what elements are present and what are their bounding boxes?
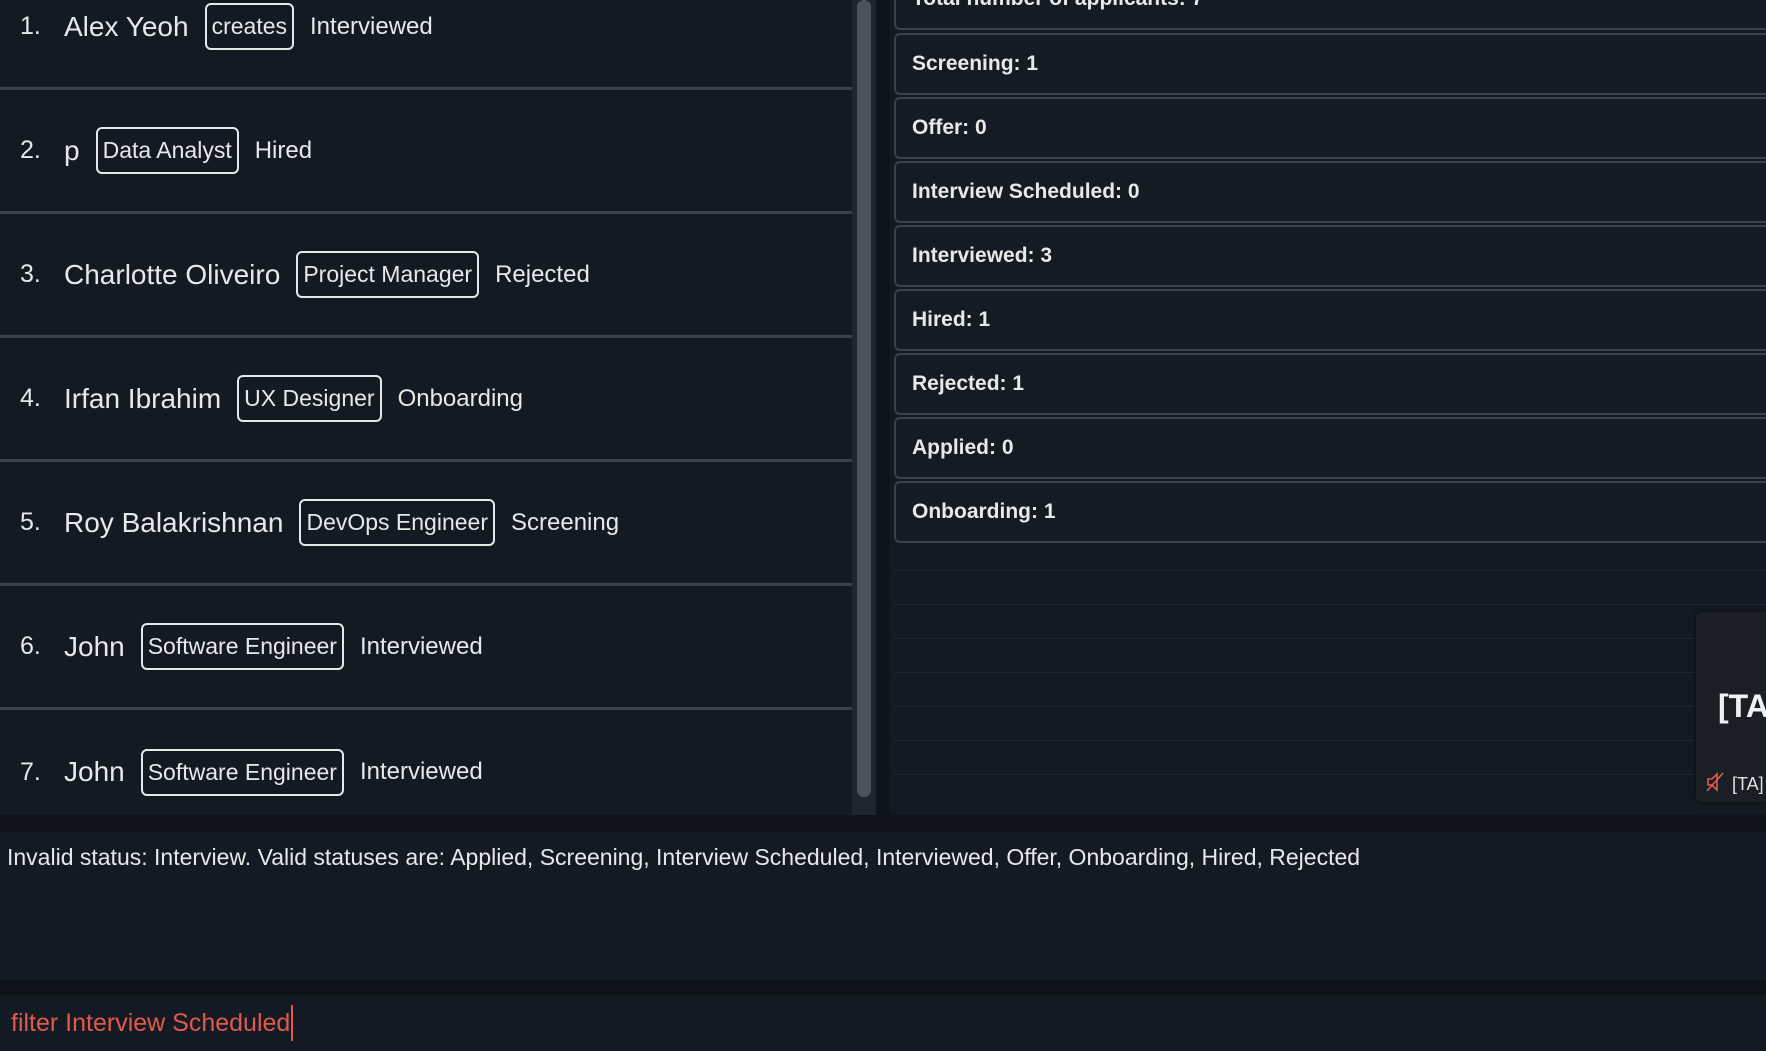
result-display: Invalid status: Interview. Valid statuse… — [0, 832, 1766, 980]
list-item[interactable]: 6. John Software Engineer Interviewed — [0, 586, 852, 710]
list-item[interactable]: 3. Charlotte Oliveiro Project Manager Re… — [0, 214, 852, 338]
empty-row-divider — [894, 774, 1766, 775]
row-index: 2. — [20, 136, 41, 164]
status-label: Hired — [254, 136, 313, 164]
applicant-name: Irfan Ibrahim — [64, 382, 222, 414]
empty-row-divider — [894, 604, 1766, 605]
row-index: 1. — [20, 12, 41, 40]
list-item[interactable]: 4. Irfan Ibrahim UX Designer Onboarding — [0, 338, 852, 462]
empty-row-divider — [894, 706, 1766, 707]
list-item[interactable]: 1. Alex Yeoh creates Interviewed — [0, 0, 852, 90]
stat-interviewed: Interviewed: 3 — [894, 225, 1766, 287]
notification-popup[interactable]: [TA [TA] — [1696, 612, 1766, 802]
command-input-text: filter Interview Scheduled — [11, 1008, 291, 1037]
stat-applied: Applied: 0 — [894, 417, 1766, 479]
role-tag: Software Engineer — [140, 623, 344, 670]
stat-hired: Hired: 1 — [894, 289, 1766, 351]
empty-row-divider — [894, 638, 1766, 639]
popup-footer-label: [TA] — [1732, 774, 1764, 794]
popup-title: [TA — [1718, 688, 1766, 724]
role-tag: DevOps Engineer — [299, 499, 495, 546]
applicant-name: p — [64, 134, 80, 166]
list-item[interactable]: 5. Roy Balakrishnan DevOps Engineer Scre… — [0, 462, 852, 586]
row-index: 5. — [20, 508, 41, 536]
applicant-name: Charlotte Oliveiro — [64, 258, 281, 290]
status-label: Onboarding — [397, 384, 523, 412]
row-index: 3. — [20, 260, 41, 288]
popup-footer: [TA] — [1706, 772, 1764, 797]
list-item[interactable]: 2. p Data Analyst Hired — [0, 90, 852, 214]
empty-row-divider — [894, 570, 1766, 571]
list-scrollbar-thumb[interactable] — [857, 0, 871, 797]
role-tag: creates — [204, 3, 295, 50]
applicant-name: John — [64, 756, 125, 787]
applicant-name: Roy Balakrishnan — [64, 506, 284, 538]
result-message: Invalid status: Interview. Valid statuse… — [7, 844, 1361, 870]
status-label: Interviewed — [310, 12, 433, 40]
text-caret — [291, 1005, 294, 1041]
status-label: Interviewed — [359, 632, 483, 660]
role-tag: UX Designer — [237, 375, 382, 422]
empty-row-divider — [894, 740, 1766, 741]
row-index: 6. — [20, 632, 41, 660]
role-tag: Project Manager — [296, 251, 480, 298]
role-tag: Software Engineer — [140, 748, 344, 796]
muted-speaker-icon — [1706, 772, 1724, 797]
applicant-name: John — [64, 630, 125, 662]
applicant-manager-window: 1. Alex Yeoh creates Interviewed 2. p Da… — [0, 0, 1766, 1051]
row-index: 7. — [20, 757, 41, 786]
status-label: Rejected — [495, 260, 590, 288]
empty-row-divider — [894, 672, 1766, 673]
status-label: Screening — [511, 508, 620, 536]
stat-screening: Screening: 1 — [894, 33, 1766, 95]
command-input[interactable]: filter Interview Scheduled — [0, 995, 1766, 1051]
statistics-panel: Total number of applicants: 7 Screening:… — [890, 0, 1766, 815]
stat-interview-scheduled: Interview Scheduled: 0 — [894, 161, 1766, 223]
role-tag: Data Analyst — [95, 127, 239, 174]
list-item[interactable]: 7. John Software Engineer Interviewed — [0, 710, 852, 815]
stat-offer: Offer: 0 — [894, 97, 1766, 159]
stat-rejected: Rejected: 1 — [894, 353, 1766, 415]
status-label: Interviewed — [359, 758, 483, 785]
stat-total-applicants: Total number of applicants: 7 — [894, 0, 1766, 30]
stat-onboarding: Onboarding: 1 — [894, 481, 1766, 543]
applicant-name: Alex Yeoh — [64, 10, 189, 42]
applicant-list-panel[interactable]: 1. Alex Yeoh creates Interviewed 2. p Da… — [0, 0, 852, 815]
row-index: 4. — [20, 384, 41, 412]
